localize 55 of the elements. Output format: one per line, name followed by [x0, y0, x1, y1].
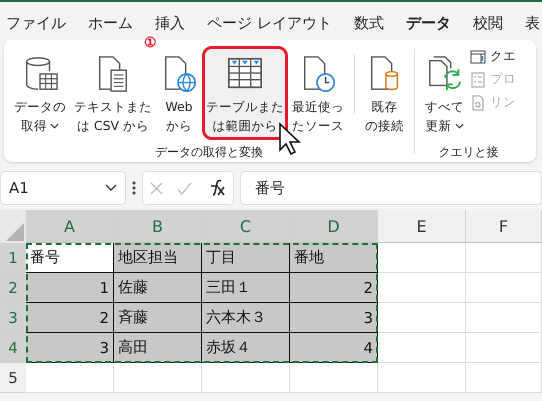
ribbon-button[interactable]: 最近使っ たソース: [288, 46, 348, 140]
ribbon-button[interactable]: すべて 更新: [421, 46, 468, 140]
table-cell[interactable]: 2: [290, 273, 378, 303]
row-header[interactable]: 4: [0, 333, 26, 363]
table-cell[interactable]: 3: [26, 333, 114, 363]
mouse-pointer-icon: [278, 122, 302, 156]
formula-input[interactable]: 番号: [240, 171, 542, 205]
document-link-icon: [470, 94, 486, 110]
ribbon-tab[interactable]: 表: [524, 10, 540, 40]
table-cell[interactable]: 番地: [290, 243, 378, 273]
ribbon-tab[interactable]: ホーム: [88, 10, 133, 40]
column-header[interactable]: A: [26, 210, 114, 243]
caret-icon: [105, 184, 117, 192]
row-header[interactable]: 5: [0, 363, 26, 393]
cancel-icon[interactable]: [149, 180, 164, 196]
ribbon-small-button[interactable]: クエ: [470, 48, 516, 65]
table-cell[interactable]: 2: [26, 303, 114, 333]
group-label: クエリと接: [438, 144, 500, 161]
table-cell[interactable]: 赤坂４: [202, 333, 290, 363]
column-header[interactable]: E: [378, 210, 466, 243]
ribbon-tab[interactable]: ページ レイアウト: [207, 10, 332, 40]
column-header[interactable]: B: [114, 210, 202, 243]
table-cell[interactable]: 六本木３: [202, 303, 290, 333]
table-cell[interactable]: 斉藤: [114, 303, 202, 333]
check-icon[interactable]: [176, 180, 192, 196]
table-cell[interactable]: 佐藤: [114, 273, 202, 303]
more-icon: [132, 180, 136, 196]
table-cell[interactable]: 三田１: [202, 273, 290, 303]
group-label: データの取得と変換: [154, 144, 264, 161]
column-header[interactable]: C: [202, 210, 290, 243]
table-cell[interactable]: 3: [290, 303, 378, 333]
name-box[interactable]: A1: [0, 171, 126, 205]
table-cell[interactable]: 地区担当: [114, 243, 202, 273]
row-header[interactable]: 3: [0, 303, 26, 333]
corner-triangle-icon: [4, 221, 24, 241]
ribbon-tab[interactable]: 校閲: [472, 10, 503, 40]
ribbon-button[interactable]: Web から: [156, 46, 202, 140]
properties-icon: [470, 72, 486, 88]
table-cell[interactable]: 番号: [26, 243, 114, 273]
select-all-corner[interactable]: [0, 210, 26, 243]
row-header[interactable]: 2: [0, 273, 26, 303]
ribbon-tab[interactable]: 挿入: [155, 10, 185, 40]
ribbon-button[interactable]: テーブルまた は範囲から: [202, 46, 288, 140]
column-header[interactable]: F: [466, 210, 542, 243]
table-cell[interactable]: 丁目: [202, 243, 290, 273]
table-cell[interactable]: 4: [290, 333, 378, 363]
table-cell[interactable]: 高田: [114, 333, 202, 363]
ribbon-button[interactable]: 既存 の接続: [361, 46, 408, 140]
ribbon-button[interactable]: データの 取得: [10, 46, 70, 140]
column-header[interactable]: D: [290, 210, 378, 243]
row-header[interactable]: 1: [0, 243, 26, 273]
table-cell[interactable]: 1: [26, 273, 114, 303]
pane-icon: [470, 48, 486, 64]
ribbon-tab[interactable]: ファイル: [6, 10, 66, 40]
ribbon-tab[interactable]: 数式: [354, 10, 384, 40]
